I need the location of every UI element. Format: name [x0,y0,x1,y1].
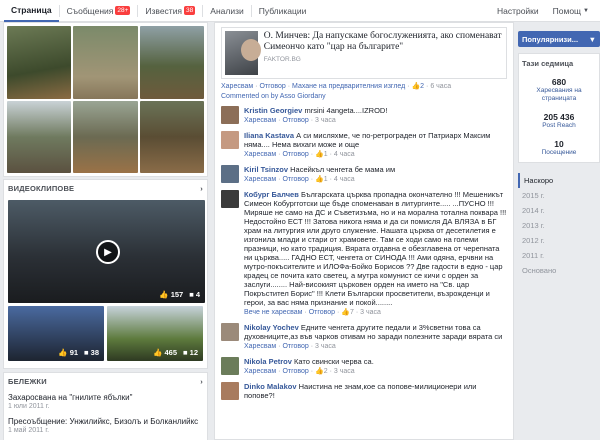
avatar[interactable] [221,357,239,375]
this-week-card: Тази седмица 680 Харесвания на страницат… [518,53,600,163]
photo-thumbnail[interactable] [139,100,204,173]
video-thumbnail[interactable]: 👍 465 ■ 12 [107,306,203,361]
comment: Nikola Petrov Като свински черва са. Хар… [221,357,507,376]
video-comments: 4 [195,290,200,299]
chevron-right-icon[interactable]: › [200,377,203,386]
avatar[interactable] [221,323,239,341]
messages-badge: 28+ [115,6,131,15]
video-thumbnail[interactable]: 👍 91 ■ 38 [8,306,104,361]
comment: Kiril Tsinzov Насейкъл ченгета бе мама и… [221,165,507,184]
comment-icon: ■ [84,348,89,357]
tab-messages[interactable]: Съобщения 28+ [60,0,138,22]
stat-post-reach[interactable]: 205 436 Post Reach [522,112,596,130]
photo-thumbnail[interactable] [73,100,138,173]
year-link[interactable]: 2013 г. [518,218,600,233]
stat-page-likes[interactable]: 680 Харесвания на страницата [522,77,596,103]
year-link[interactable]: 2012 г. [518,233,600,248]
comment: Iliana Kastava А си мисляхме, че по-ретр… [221,131,507,159]
chevron-down-icon: ▼ [588,34,596,44]
notes-card: Бележки › Захаросвана на "гнилите ябълки"… [3,372,208,440]
link-source: FAKTOR.BG [263,56,301,63]
comment-icon: ■ [183,348,188,357]
comment-author[interactable]: Kiril Tsinzov [244,165,288,174]
video-main[interactable]: ▶ 👍 157 ■ 4 [8,200,205,303]
link-preview[interactable]: О. Минчев: Да напускаме богослуженията, … [221,27,507,79]
comment-author[interactable]: Kristin Georgiev [244,106,302,115]
this-week-title: Тази седмица [522,59,574,68]
photo-grid [3,22,208,177]
chevron-right-icon[interactable]: › [200,184,203,193]
avatar[interactable] [221,165,239,183]
avatar[interactable] [221,190,239,208]
like-icon: 👍 [58,348,68,357]
tab-publishing[interactable]: Публикации [252,0,314,22]
year-link[interactable]: 2014 г. [518,203,600,218]
comment-text: Като свински черва са. [294,357,374,366]
notifications-badge: 38 [184,6,196,15]
comment: Kristin Georgiev mrsini 4angeta....IZROD… [221,106,507,125]
like-icon: 👍 [159,290,169,299]
comment-author[interactable]: Iliana Kastava [244,131,294,140]
year-link[interactable]: Наскоро [518,173,600,188]
remove-preview-link[interactable]: Махане на предварителния изглед [292,83,405,90]
comments-feed: О. Минчев: Да напускаме богослуженията, … [214,22,514,440]
video-likes: 157 [170,290,184,299]
tab-insights[interactable]: Анализи [203,0,250,22]
comment-text: mrsini 4angeta....IZROD! [304,106,388,115]
comment-author[interactable]: Dinko Malakov [244,382,297,391]
settings-link[interactable]: Настройки [490,0,546,22]
photo-thumbnail[interactable] [7,100,72,173]
top-navigation: Страница Съобщения 28+ Известия 38 Анализи… [0,0,600,22]
comment-author[interactable]: Nikolay Yochev [244,323,299,332]
stat-visits[interactable]: 10 Посещение [522,139,596,157]
year-link[interactable]: 2011 г. [518,248,600,263]
note-item[interactable]: Пресоъбщение: Унжилийкс, Бизолъ и Болкан… [8,417,203,434]
play-icon[interactable]: ▶ [96,240,120,264]
photo-thumbnail[interactable] [139,26,204,99]
comment-text: Насейкъл ченгета бе мама им [290,165,396,174]
comment: Dinko Malakov Наистина не знам,кое са по… [221,382,507,400]
commented-by: Commented on by Asso Giordany [221,93,326,100]
chevron-down-icon: ▼ [583,7,589,14]
link-headline: О. Минчев: Да напускаме богослуженията, … [263,31,502,52]
videos-title: Видеоклипове [8,184,75,193]
avatar[interactable] [221,106,239,124]
photo-thumbnail[interactable] [73,26,138,99]
unlike-link[interactable]: Вече не харесвам [244,309,302,316]
videos-card: Видеоклипове › ▶ 👍 157 ■ 4 👍 91 ■ 38 👍 46… [3,179,208,369]
like-icon: 👍 [153,348,163,357]
avatar[interactable] [221,382,239,400]
right-column: Популярнизи... ▼ Тази седмица 680 Харесва… [518,22,600,440]
comment-icon: ■ [189,290,194,299]
avatar[interactable] [221,131,239,149]
notes-title: Бележки [8,377,47,386]
help-menu[interactable]: Помощ ▼ [546,0,596,22]
like-link[interactable]: Харесвам [221,83,253,90]
link-thumbnail [225,31,261,75]
popular-dropdown[interactable]: Популярнизи... ▼ [518,31,600,47]
year-link[interactable]: 2015 г. [518,188,600,203]
note-item[interactable]: Захаросвана на "гнилите ябълки" 1 юли 20… [8,393,203,410]
year-link[interactable]: Основано [518,263,600,278]
comment: Кобург Балчев Българската църква пропадн… [221,190,507,317]
tab-page[interactable]: Страница [4,0,59,22]
tab-notifications[interactable]: Известия 38 [138,0,202,22]
reply-link[interactable]: Отговор [259,83,285,90]
photo-thumbnail[interactable] [7,26,72,99]
comment: Nikolay Yochev Едните ченгета другите пе… [221,323,507,351]
comment-author[interactable]: Nikola Petrov [244,357,292,366]
timeline-years: Наскоро 2015 г. 2014 г. 2013 г. 2012 г. … [518,173,600,278]
comment-text: Българската църква пропадна окончателно … [244,190,507,307]
left-column: Видеоклипове › ▶ 👍 157 ■ 4 👍 91 ■ 38 👍 46… [0,22,210,440]
comment-author[interactable]: Кобург Балчев [244,190,299,199]
